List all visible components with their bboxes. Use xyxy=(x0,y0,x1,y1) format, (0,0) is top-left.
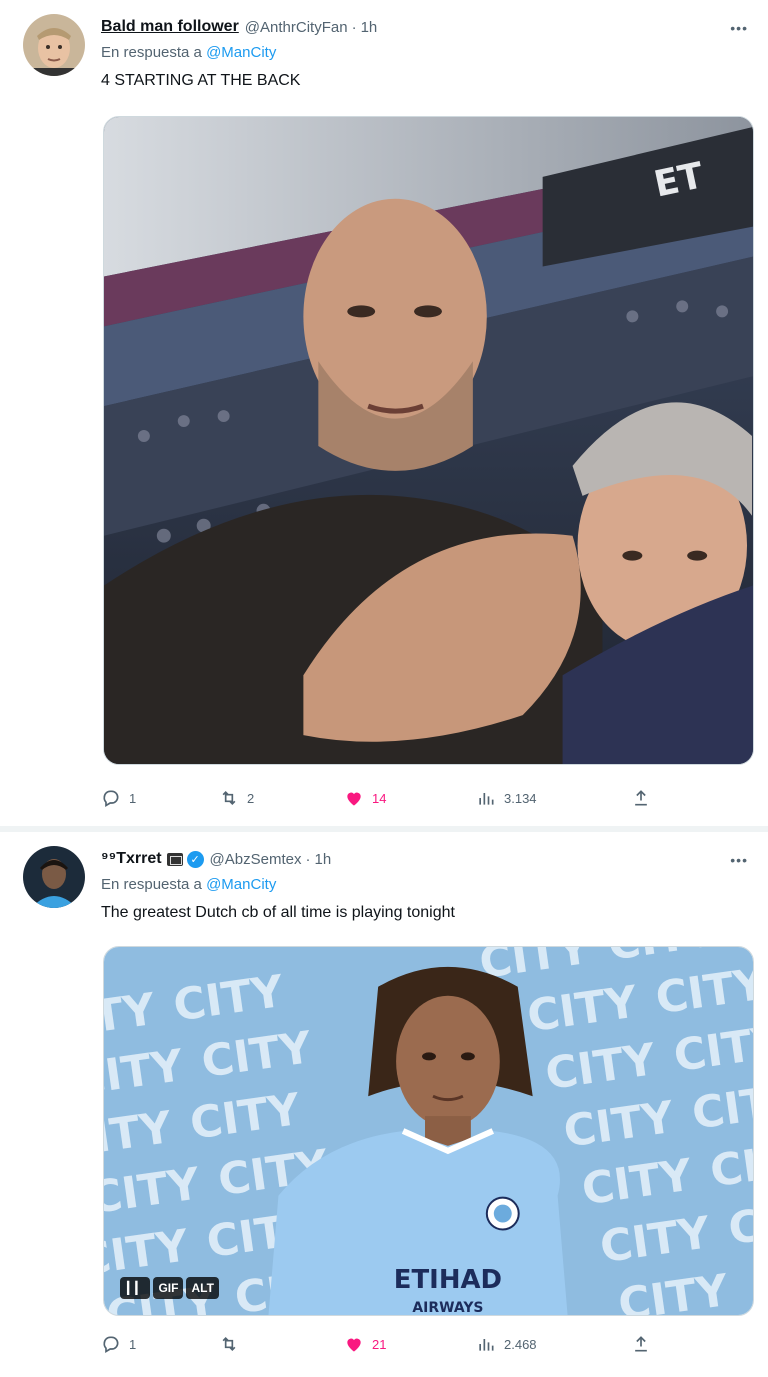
reply-context: En respuesta a @ManCity xyxy=(101,876,276,893)
reply-count: 1 xyxy=(129,790,137,806)
reply-context: En respuesta a @ManCity xyxy=(101,44,276,61)
jersey-sponsor-subtext: AIRWAYS xyxy=(412,1300,483,1315)
heart-filled-icon xyxy=(347,1338,361,1352)
reply-bubble-icon xyxy=(103,1336,119,1353)
reply-label: En respuesta a xyxy=(101,44,202,61)
timeline-feed: Bald man follower @AnthrCityFan · 1h •••… xyxy=(0,0,768,1377)
views-button[interactable]: 3.134 xyxy=(476,786,537,810)
avatar[interactable] xyxy=(23,846,85,908)
player-gif-frame: CITY CITY CITY CITY CITY CITY CITY CITY … xyxy=(104,947,753,1315)
alt-text-button[interactable]: ALT xyxy=(186,1277,219,1299)
jersey-sponsor-text: ETIHAD xyxy=(394,1265,502,1295)
reply-mention-link[interactable]: @ManCity xyxy=(206,876,276,893)
gif-badge: GIF xyxy=(153,1277,184,1299)
id-card-icon xyxy=(166,852,183,866)
views-bar-chart-icon xyxy=(479,793,494,805)
reply-label: En respuesta a xyxy=(101,876,202,893)
views-bar-chart-icon xyxy=(479,1339,494,1351)
tweet-gif[interactable]: CITY CITY CITY CITY CITY CITY CITY CITY … xyxy=(103,946,754,1316)
retweet-icon xyxy=(222,790,236,806)
display-name[interactable]: ⁹⁹Txrret xyxy=(101,850,162,868)
tweet-text: 4 STARTING AT THE BACK xyxy=(101,72,301,89)
reply-bubble-icon xyxy=(103,790,119,807)
user-handle[interactable]: @AnthrCityFan xyxy=(245,19,348,36)
view-count: 3.134 xyxy=(504,790,537,806)
share-button[interactable] xyxy=(631,1332,651,1356)
tweet-header: ⁹⁹Txrret ✓ @AbzSemtex · 1h xyxy=(101,848,331,870)
avatar-image xyxy=(23,846,85,908)
like-count: 14 xyxy=(372,790,387,806)
timestamp[interactable]: 1h xyxy=(314,851,331,868)
timestamp[interactable]: 1h xyxy=(361,19,378,36)
retweet-count: 2 xyxy=(247,790,255,806)
stadium-celebration-photo: ET xyxy=(104,117,753,764)
retweet-button[interactable] xyxy=(219,1332,247,1356)
more-dots-icon[interactable]: ••• xyxy=(730,852,748,868)
tweet[interactable]: Bald man follower @AnthrCityFan · 1h •••… xyxy=(0,0,768,826)
user-handle[interactable]: @AbzSemtex xyxy=(210,851,302,868)
like-button[interactable]: 14 xyxy=(344,786,386,810)
like-button[interactable]: 21 xyxy=(344,1332,386,1356)
display-name[interactable]: Bald man follower xyxy=(101,18,239,36)
tweet-photo[interactable]: ET xyxy=(103,116,754,765)
share-upload-icon xyxy=(635,790,647,806)
gif-tags: ▎▎ GIF ALT xyxy=(120,1277,219,1299)
share-button[interactable] xyxy=(631,786,651,810)
reply-button[interactable]: 1 xyxy=(101,1332,136,1356)
avatar[interactable] xyxy=(23,14,85,76)
heart-filled-icon xyxy=(347,792,361,806)
reply-button[interactable]: 1 xyxy=(101,786,136,810)
tweet-header: Bald man follower @AnthrCityFan · 1h xyxy=(101,16,377,38)
reply-count: 1 xyxy=(129,1336,137,1352)
avatar-image xyxy=(23,14,85,76)
share-upload-icon xyxy=(635,1336,647,1352)
more-dots-icon[interactable]: ••• xyxy=(730,20,748,36)
tweet[interactable]: ⁹⁹Txrret ✓ @AbzSemtex · 1h ••• En respue… xyxy=(0,832,768,1377)
retweet-button[interactable]: 2 xyxy=(219,786,254,810)
retweet-icon xyxy=(222,1336,236,1352)
tweet-actions: 1 2 14 3.134 xyxy=(101,786,661,810)
separator-dot: · xyxy=(305,850,311,868)
tweet-actions: 1 21 2.468 xyxy=(101,1332,661,1356)
pause-icon[interactable]: ▎▎ xyxy=(120,1277,151,1299)
verified-badge-icon: ✓ xyxy=(186,850,204,868)
reply-mention-link[interactable]: @ManCity xyxy=(206,44,276,61)
views-button[interactable]: 2.468 xyxy=(476,1332,537,1356)
separator-dot: · xyxy=(351,18,357,36)
tweet-text: The greatest Dutch cb of all time is pla… xyxy=(101,904,455,921)
like-count: 21 xyxy=(372,1336,387,1352)
view-count: 2.468 xyxy=(504,1336,537,1352)
